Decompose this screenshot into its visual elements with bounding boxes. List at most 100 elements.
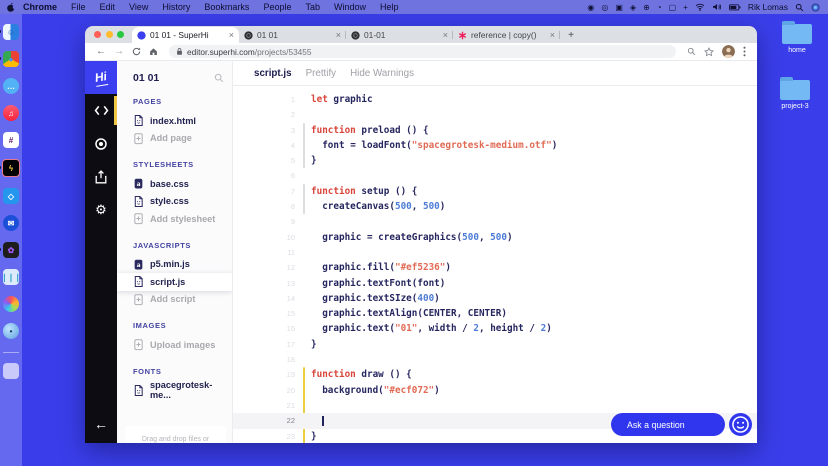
superhi-logo[interactable]: Hi (85, 61, 117, 94)
settings-gear-button[interactable]: ⚙ (85, 193, 117, 226)
dock-item-chrome[interactable]: ● (0, 51, 19, 67)
menu-user-name[interactable]: Rik Lomas (748, 2, 788, 12)
sidebar-file-index.html[interactable]: index.html (117, 112, 232, 130)
code-line[interactable]: 12 graphic.fill("#ef5236") (233, 260, 757, 275)
home-icon[interactable] (149, 47, 158, 56)
dock-item-figma[interactable]: ✿ (0, 242, 19, 258)
display-icon[interactable]: ▣ (615, 3, 623, 12)
code-pane[interactable]: 1 let graphic 2 3 function preload () {4 fon… (233, 86, 757, 443)
dock-item-vscode[interactable]: ◇ (3, 188, 19, 204)
wifi-icon[interactable] (695, 3, 705, 11)
tab-2[interactable]: 01 01 × (239, 27, 346, 43)
add-file-button-add-stylesheet[interactable]: Add stylesheet (117, 210, 232, 228)
code-view-button[interactable] (85, 94, 117, 127)
dock-item-photos[interactable] (3, 296, 19, 312)
tab-4[interactable]: reference | copy() × (453, 27, 560, 43)
dock-item-slack[interactable]: # (3, 132, 19, 148)
hide-warnings-button[interactable]: Hide Warnings (350, 68, 414, 79)
file-dropzone[interactable]: Drag and drop files or click to upload (125, 426, 226, 443)
dock-item-amazon-music[interactable]: ❘❘❘ (1, 269, 21, 285)
menu-item-window[interactable]: Window (327, 2, 373, 12)
add-file-button-add-script[interactable]: Add script (117, 291, 232, 309)
share-upload-button[interactable] (85, 160, 117, 193)
dock-item-finder[interactable]: ☺ (0, 24, 19, 40)
bookmark-star-icon[interactable] (704, 46, 714, 57)
spotlight-search-icon[interactable] (795, 3, 804, 12)
code-line[interactable]: 17} (233, 337, 757, 352)
sidebar-file-p5.min.js[interactable]: a p5.min.js (117, 256, 232, 274)
dock-item-bird[interactable]: • (3, 323, 19, 339)
dock-item-trash[interactable] (3, 363, 19, 379)
window-icon[interactable]: ▢ (669, 3, 677, 12)
code-line[interactable]: 3 function preload () { (233, 123, 757, 138)
code-line[interactable]: 13 graphic.textFont(font) (233, 276, 757, 291)
preview-eye-button[interactable] (85, 127, 117, 160)
plus-icon[interactable]: + (683, 3, 688, 12)
menu-item-help[interactable]: Help (373, 2, 406, 12)
sidebar-file-style.css[interactable]: style.css (117, 193, 232, 211)
profile-avatar[interactable] (722, 45, 735, 58)
siri-icon[interactable] (811, 2, 820, 12)
zoom-icon[interactable] (687, 47, 696, 56)
record-icon[interactable]: ◎ (601, 3, 608, 12)
dock-item-music[interactable]: ♫ (3, 105, 19, 121)
grid-icon[interactable]: ◈ (630, 3, 636, 12)
code-line[interactable]: 10 graphic = createGraphics(500, 500) (233, 230, 757, 245)
reload-icon[interactable] (132, 47, 141, 56)
menu-item-edit[interactable]: Edit (93, 2, 123, 12)
code-line[interactable]: 7 function setup () { (233, 184, 757, 199)
forward-icon[interactable]: → (114, 46, 124, 57)
prettify-button[interactable]: Prettify (306, 68, 337, 79)
menu-item-people[interactable]: People (256, 2, 298, 12)
globe-icon[interactable]: ⊕ (643, 3, 650, 12)
status-dot-icon[interactable]: ◉ (587, 3, 594, 12)
battery-icon[interactable] (728, 3, 741, 11)
menu-item-bookmarks[interactable]: Bookmarks (197, 2, 256, 12)
help-smiley-button[interactable] (729, 413, 752, 436)
zoom-window-button[interactable] (117, 31, 124, 38)
desktop-folder-home[interactable]: home (775, 21, 819, 54)
tab-close-icon[interactable]: × (547, 30, 555, 40)
code-line[interactable]: 5} (233, 153, 757, 168)
code-line[interactable]: 11 (233, 245, 757, 260)
sidebar-file-base.css[interactable]: a base.css (117, 175, 232, 193)
ask-question-button[interactable]: Ask a question (611, 413, 725, 436)
address-bar[interactable]: editor.superhi.com/projects/53455 (169, 45, 676, 58)
code-line[interactable]: 9 (233, 214, 757, 229)
volume-icon[interactable] (712, 3, 722, 11)
menu-item-file[interactable]: File (64, 2, 93, 12)
back-arrow-button[interactable]: ← (85, 413, 117, 435)
code-line[interactable]: 20 background("#ecf072") (233, 383, 757, 398)
sidebar-file-script.js[interactable]: script.js (117, 273, 232, 291)
desktop-folder-project-3[interactable]: project-3 (773, 77, 817, 110)
menu-item-tab[interactable]: Tab (298, 2, 327, 12)
code-line[interactable]: 2 (233, 107, 757, 122)
code-line[interactable]: 19 function draw () { (233, 367, 757, 382)
search-icon[interactable] (214, 73, 224, 83)
tab-1[interactable]: 01 01 - SuperHi × (132, 27, 239, 43)
new-tab-button[interactable]: + (564, 28, 578, 42)
code-line[interactable]: 21 (233, 398, 757, 413)
add-file-button-upload-images[interactable]: Upload images (117, 336, 232, 354)
code-line[interactable]: 16 graphic.text("01", width / 2, height … (233, 321, 757, 336)
tab-close-icon[interactable]: × (226, 30, 234, 40)
code-line[interactable]: 8 createCanvas(500, 500) (233, 199, 757, 214)
code-line[interactable]: 15 graphic.textAlign(CENTER, CENTER) (233, 306, 757, 321)
close-window-button[interactable] (94, 31, 101, 38)
add-file-button-add-page[interactable]: Add page (117, 130, 232, 148)
menu-item-history[interactable]: History (155, 2, 197, 12)
kebab-menu-icon[interactable] (743, 46, 746, 57)
tab-close-icon[interactable]: × (440, 30, 448, 40)
clock-icon[interactable]: ◔ (657, 3, 662, 12)
apple-icon[interactable] (6, 2, 16, 13)
menu-item-chrome[interactable]: Chrome (16, 2, 64, 12)
tab-close-icon[interactable]: × (333, 30, 341, 40)
code-line[interactable]: 1 let graphic (233, 92, 757, 107)
back-icon[interactable]: ← (96, 46, 106, 57)
dock-item-mail[interactable]: ✉ (3, 215, 19, 231)
dock-item-terminal[interactable]: ϟ (0, 159, 20, 177)
code-line[interactable]: 6 (233, 168, 757, 183)
sidebar-file-spacegrotesk-me...[interactable]: spacegrotesk-me... (117, 380, 232, 400)
code-line[interactable]: 18 (233, 352, 757, 367)
code-line[interactable]: 4 font = loadFont("spacegrotesk-medium.o… (233, 138, 757, 153)
